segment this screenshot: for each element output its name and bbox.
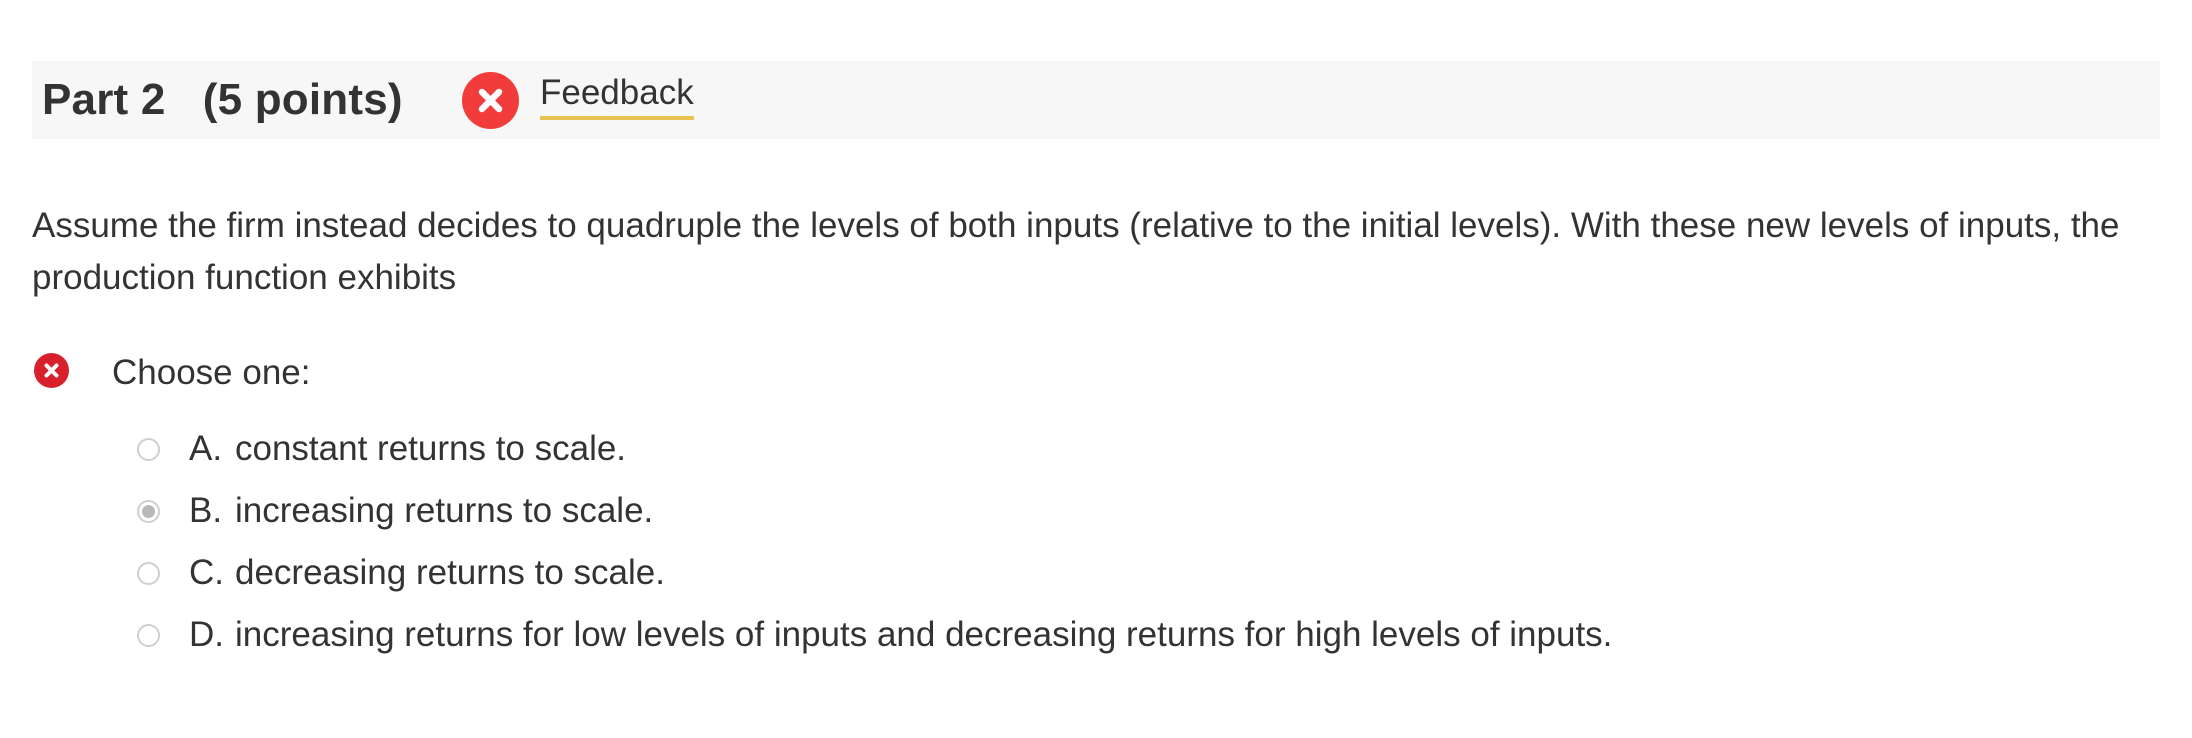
option-letter: B. [189,491,223,530]
part-header: Part 2 (5 points) Feedback [32,61,2160,139]
part-title: Part 2 (5 points) [42,75,403,124]
option-a[interactable]: A. constant returns to scale. [137,418,1612,480]
choose-one-label: Choose one: [112,353,311,392]
option-text: constant returns to scale. [235,429,627,468]
option-letter: A. [189,429,223,468]
answer-options: A. constant returns to scale. B. increas… [137,418,1612,666]
option-letter: C. [189,553,224,592]
option-d[interactable]: D. increasing returns for low levels of … [137,604,1612,666]
option-letter: D. [189,615,224,654]
option-text: increasing returns for low levels of inp… [235,615,1613,654]
incorrect-x-icon [34,353,69,388]
x-circle-icon [462,72,519,129]
option-text: decreasing returns to scale. [235,553,665,592]
feedback-link[interactable]: Feedback [540,73,694,120]
option-c[interactable]: C. decreasing returns to scale. [137,542,1612,604]
radio-button-d[interactable] [137,623,160,647]
radio-button-a[interactable] [137,437,160,461]
option-b[interactable]: B. increasing returns to scale. [137,480,1612,542]
option-text: increasing returns to scale. [235,491,654,530]
question-text: Assume the firm instead decides to quadr… [32,206,2120,297]
radio-button-c[interactable] [137,561,160,585]
radio-button-b[interactable] [137,499,160,523]
